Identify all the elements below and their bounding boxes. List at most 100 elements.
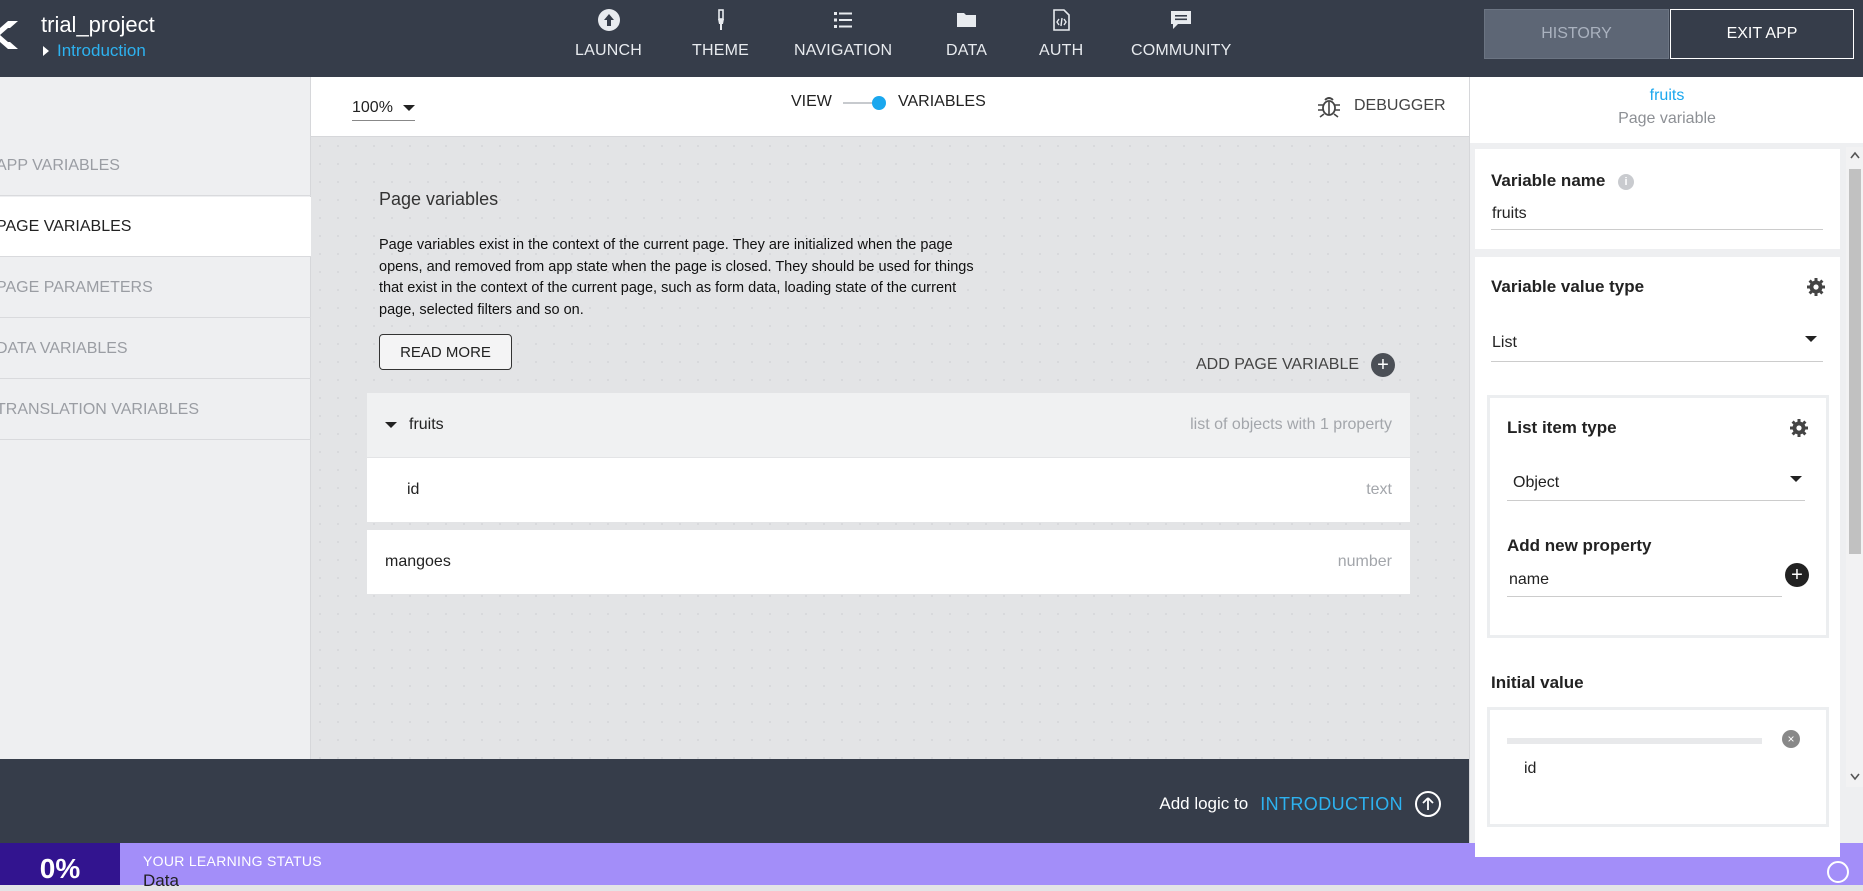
list-icon [834, 12, 853, 28]
nav-label: DATA [946, 42, 988, 59]
variables-canvas: Page variables Page variables exist in t… [311, 137, 1469, 759]
variable-row-mangoes[interactable]: mangoes number [367, 530, 1410, 594]
variable-name: mangoes [385, 553, 451, 570]
nav-label: AUTH [1039, 42, 1084, 59]
page-description: Page variables exist in the context of t… [379, 237, 974, 318]
nav-navigation[interactable]: NAVIGATION [794, 8, 892, 68]
variable-name: id [407, 481, 420, 498]
view-toggle-knob[interactable] [872, 96, 886, 110]
add-logic-label: Add logic to [1159, 794, 1249, 813]
learning-status-value: Data [143, 871, 179, 890]
nav-launch[interactable]: LAUNCH [575, 8, 642, 68]
bug-icon [1318, 97, 1340, 118]
debugger-button[interactable]: DEBUGGER [1316, 94, 1446, 118]
read-more-button[interactable]: READ MORE [379, 334, 512, 370]
breadcrumb[interactable]: Introduction [43, 41, 146, 61]
input-underline [1507, 596, 1782, 597]
list-item-type-label: List item type [1507, 418, 1617, 437]
canvas-toolbar: 100% VIEW VARIABLES DEBUGGER [311, 77, 1469, 137]
initial-value-box: × id [1487, 707, 1829, 827]
sidebar-item-page-variables[interactable]: PAGE VARIABLES [0, 197, 311, 257]
nav-data[interactable]: DATA [946, 8, 987, 68]
nav-label: NAVIGATION [794, 42, 893, 59]
chevron-down-icon[interactable] [1790, 476, 1802, 482]
inspector-scrollbar[interactable] [1846, 147, 1863, 787]
nav-auth[interactable]: AUTH [1039, 8, 1083, 68]
value-type-select[interactable]: List [1492, 334, 1517, 352]
top-bar: trial_project Introduction LAUNCH THEME … [0, 0, 1863, 77]
arrow-up-icon[interactable] [1415, 791, 1441, 817]
variables-sidebar: APP VARIABLES PAGE VARIABLES PAGE PARAME… [0, 77, 311, 759]
sidebar-item-data-variables[interactable]: DATA VARIABLES [0, 319, 311, 379]
sidebar-item-page-parameters[interactable]: PAGE PARAMETERS [0, 258, 311, 318]
variable-type-card: Variable value type List List item type … [1475, 257, 1840, 857]
variable-inspector: fruits Page variable Variable name i fru… [1469, 77, 1863, 857]
variable-name-card: Variable name i fruits [1475, 149, 1840, 249]
zoom-value: 100% [352, 99, 393, 116]
variable-row-fruits[interactable]: fruits list of objects with 1 property [367, 393, 1410, 457]
info-icon[interactable]: i [1618, 174, 1634, 190]
inspector-header: fruits Page variable [1470, 77, 1863, 143]
nav-community[interactable]: COMMUNITY [1131, 8, 1231, 68]
history-button[interactable]: HISTORY [1484, 9, 1669, 59]
code-file-icon [1053, 9, 1070, 31]
inspector-subtitle: Page variable [1618, 110, 1716, 127]
breadcrumb-page[interactable]: Introduction [57, 41, 146, 61]
chevron-up-icon[interactable] [1850, 151, 1860, 159]
variable-row-id[interactable]: id text [367, 458, 1410, 522]
sidebar-item-app-variables[interactable]: APP VARIABLES [0, 136, 311, 196]
debugger-label: DEBUGGER [1354, 97, 1446, 114]
initial-value-field[interactable] [1507, 738, 1762, 744]
sidebar-item-translation-variables[interactable]: TRANSLATION VARIABLES [0, 380, 311, 440]
value-type-label: Variable value type [1491, 277, 1645, 296]
zoom-select[interactable]: 100% [352, 99, 415, 121]
variables-mode-label[interactable]: VARIABLES [898, 93, 986, 111]
view-toggle-track[interactable] [843, 102, 875, 104]
gear-icon[interactable] [1806, 277, 1826, 297]
inspector-variable-name: fruits [1649, 87, 1685, 104]
view-mode-label[interactable]: VIEW [791, 93, 832, 111]
select-underline [1507, 500, 1805, 501]
add-property-label: Add new property [1507, 536, 1652, 555]
nav-label: COMMUNITY [1131, 42, 1232, 59]
input-underline [1491, 229, 1823, 230]
gear-icon[interactable] [1789, 418, 1809, 438]
logo-icon[interactable] [0, 15, 20, 55]
add-logic-link[interactable]: Add logic to INTRODUCTION [1159, 791, 1441, 817]
add-page-variable-button[interactable]: ADD PAGE VARIABLE + [1196, 353, 1396, 377]
chevron-down-icon[interactable] [385, 422, 397, 428]
chevron-down-icon [402, 105, 415, 111]
brush-icon [717, 9, 724, 30]
learning-status-label: YOUR LEARNING STATUS [143, 853, 322, 869]
chevron-right-icon [43, 46, 49, 56]
learning-percent: 0% [0, 843, 120, 885]
add-property-button[interactable]: + [1785, 563, 1809, 587]
nav-theme[interactable]: THEME [692, 8, 749, 68]
plus-icon: + [1371, 353, 1396, 377]
variable-name-input[interactable]: fruits [1492, 205, 1527, 223]
variable-name: fruits [409, 416, 444, 433]
chat-icon [1171, 11, 1192, 29]
project-title[interactable]: trial_project [41, 12, 155, 38]
page-title: Page variables [379, 189, 499, 209]
variable-type: number [1337, 553, 1392, 570]
initial-value-property: id [1524, 760, 1537, 777]
logic-page-name[interactable]: INTRODUCTION [1260, 794, 1403, 815]
exit-app-button[interactable]: EXIT APP [1670, 9, 1854, 59]
folder-icon [956, 13, 976, 27]
arrow-up-icon[interactable] [1827, 861, 1849, 883]
close-icon[interactable]: × [1782, 730, 1800, 748]
variable-type: list of objects with 1 property [1190, 416, 1392, 433]
scrollbar-thumb[interactable] [1849, 169, 1861, 554]
nav-label: LAUNCH [575, 42, 642, 59]
list-item-type-box: List item type Object Add new property n… [1487, 395, 1829, 638]
list-item-type-select[interactable]: Object [1513, 474, 1559, 492]
logic-bar: Add logic to INTRODUCTION [0, 759, 1469, 843]
chevron-down-icon[interactable] [1805, 336, 1817, 342]
select-underline [1491, 361, 1823, 362]
variable-type: text [1366, 481, 1392, 498]
add-property-input[interactable]: name [1509, 571, 1549, 589]
variable-name-label: Variable name [1491, 171, 1606, 190]
nav-label: THEME [692, 42, 749, 59]
chevron-down-icon[interactable] [1850, 773, 1860, 781]
